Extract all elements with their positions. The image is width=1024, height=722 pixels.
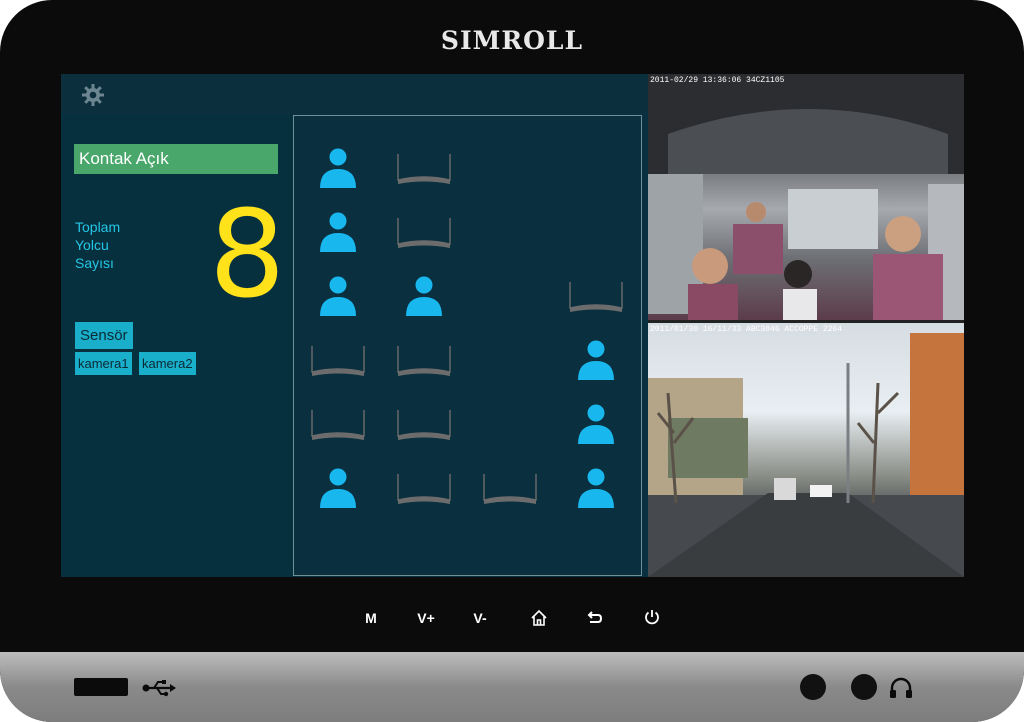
sensor-button[interactable]: Sensör [75, 322, 133, 349]
camera-feeds: 2011-02/29 13:36:06 34CZ1105 2011/01/30 … [648, 74, 964, 577]
passenger-count: 8 [209, 186, 286, 325]
power-icon[interactable] [643, 608, 661, 626]
occupied-seat-icon [395, 274, 453, 320]
passenger-count-label: Toplam Yolcu Sayısı [75, 219, 121, 271]
audio-jack-1 [800, 674, 826, 700]
empty-seat-icon [567, 274, 625, 320]
screen: Kontak Açık Toplam Yolcu Sayısı 8 Sensör… [61, 74, 964, 577]
ignition-status: Kontak Açık [74, 144, 278, 174]
empty-seat-icon [395, 210, 453, 256]
mode-button[interactable]: M [360, 606, 382, 630]
top-bar [61, 74, 647, 114]
camera1-feed[interactable]: 2011-02/29 13:36:06 34CZ1105 [648, 74, 964, 320]
camera2-feed[interactable]: 2011/01/30 16/11/33 ABC3846 ACCOPPE 2264 [648, 323, 964, 577]
occupied-seat-icon [309, 210, 367, 256]
usb-icon [142, 680, 176, 697]
empty-seat-icon [395, 338, 453, 384]
camera2-button[interactable]: kamera2 [139, 352, 196, 375]
empty-seat-icon [395, 466, 453, 512]
camera1-button[interactable]: kamera1 [75, 352, 132, 375]
usb-port [74, 678, 128, 696]
empty-seat-icon [481, 466, 539, 512]
brand-logo: SIMROLL [440, 26, 584, 55]
occupied-seat-icon [309, 274, 367, 320]
occupied-seat-icon [567, 338, 625, 384]
device-bezel: SIMROLL Kontak Açık Toplam Yolcu Sayısı … [0, 0, 1024, 722]
back-icon[interactable] [585, 609, 603, 627]
empty-seat-icon [395, 402, 453, 448]
empty-seat-icon [309, 338, 367, 384]
occupied-seat-icon [567, 402, 625, 448]
camera2-scene [648, 333, 964, 577]
headphones-icon [890, 677, 912, 698]
camera1-osd: 2011-02/29 13:36:06 34CZ1105 [650, 76, 785, 85]
camera1-scene [648, 74, 964, 320]
volume-up-button[interactable]: V+ [413, 606, 439, 630]
volume-down-button[interactable]: V- [468, 606, 492, 630]
empty-seat-icon [395, 146, 453, 192]
home-icon[interactable] [530, 609, 548, 627]
camera2-osd: 2011/01/30 16/11/33 ABC3846 ACCOPPE 2264 [650, 325, 843, 334]
settings-gear-icon[interactable] [81, 83, 105, 107]
occupied-seat-icon [567, 466, 625, 512]
occupied-seat-icon [309, 146, 367, 192]
occupied-seat-icon [309, 466, 367, 512]
empty-seat-icon [309, 402, 367, 448]
audio-jack-2 [851, 674, 877, 700]
